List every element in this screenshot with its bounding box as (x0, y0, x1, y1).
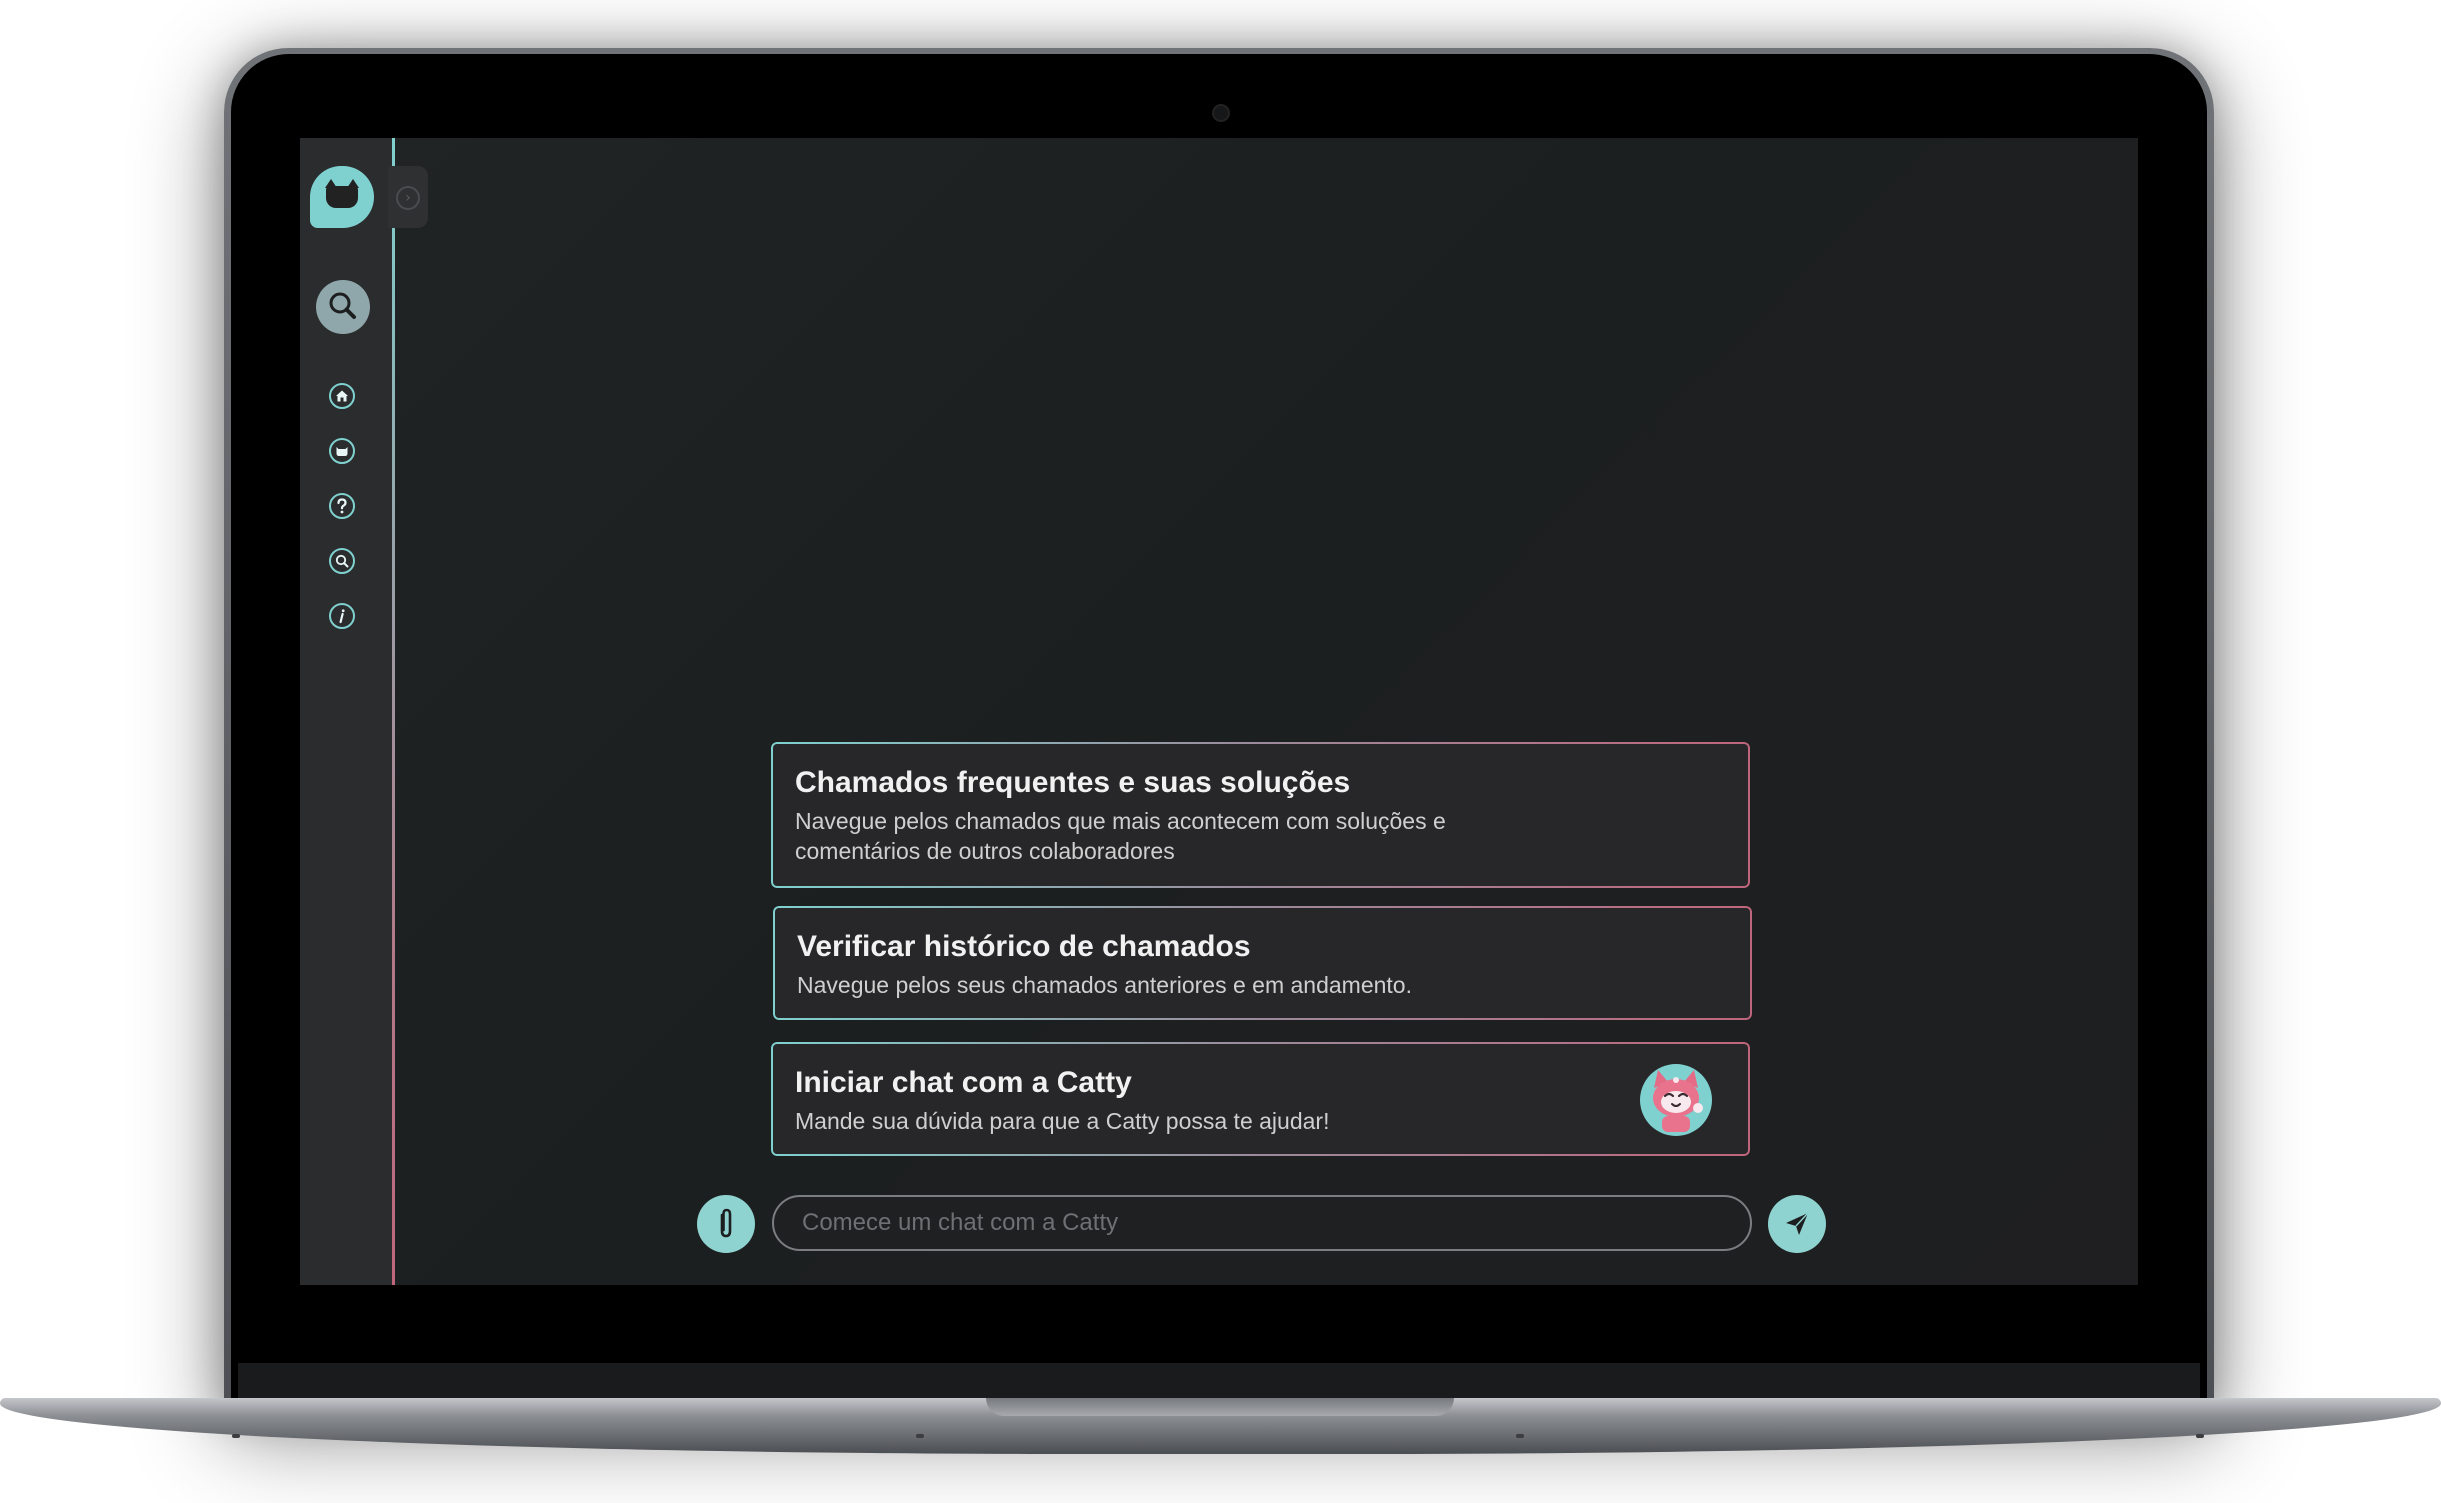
search-icon (329, 292, 356, 319)
laptop-base (0, 1398, 2441, 1454)
sidebar-search-button[interactable] (316, 280, 370, 334)
cat-icon (329, 438, 355, 464)
chevron-right-icon: › (396, 186, 420, 210)
search-icon (329, 548, 355, 574)
sidebar (300, 138, 395, 1285)
home-icon (329, 383, 355, 409)
option-title: Chamados frequentes e suas soluções (795, 766, 1351, 799)
catty-mascot-avatar (1636, 1058, 1716, 1138)
send-button[interactable] (1768, 1195, 1826, 1253)
sidebar-item-home[interactable] (328, 382, 356, 410)
send-icon (1786, 1212, 1809, 1235)
info-icon (329, 603, 355, 629)
option-card-ticket-history[interactable]: Verificar histórico de chamados Navegue … (773, 906, 1752, 1020)
option-card-frequent-tickets[interactable]: Chamados frequentes e suas soluções Nave… (771, 742, 1750, 888)
chat-message-input[interactable] (772, 1195, 1752, 1251)
sidebar-item-info[interactable] (328, 602, 356, 630)
option-description: Navegue pelos seus chamados anteriores e… (797, 972, 1412, 998)
lid-notch (986, 1398, 1454, 1416)
option-title: Iniciar chat com a Catty (795, 1066, 1132, 1099)
option-description: Navegue pelos chamados que mais acontece… (795, 808, 1446, 864)
option-card-start-chat[interactable]: Iniciar chat com a Catty Mande sua dúvid… (771, 1042, 1750, 1156)
device-mockup: › Chamados frequentes e suas soluções Na… (0, 0, 2441, 1503)
paperclip-icon (720, 1208, 732, 1238)
help-icon (329, 493, 355, 519)
option-description: Mande sua dúvida para que a Catty possa … (795, 1108, 1330, 1134)
base-foot (1516, 1434, 1524, 1438)
sidebar-item-search[interactable] (328, 547, 356, 575)
sidebar-item-catty[interactable] (328, 437, 356, 465)
catty-mascot-icon (1640, 1064, 1712, 1136)
app-logo[interactable] (310, 166, 374, 228)
app-screen: › Chamados frequentes e suas soluções Na… (300, 138, 2138, 1285)
option-title: Verificar histórico de chamados (797, 930, 1251, 963)
attach-button[interactable] (697, 1195, 755, 1253)
sidebar-expand-button[interactable]: › (388, 166, 428, 228)
base-foot (2196, 1434, 2204, 1438)
base-foot (916, 1434, 924, 1438)
sidebar-item-help[interactable] (328, 492, 356, 520)
camera-icon (1212, 104, 1230, 122)
cat-logo-icon (325, 179, 359, 208)
base-foot (232, 1434, 240, 1438)
